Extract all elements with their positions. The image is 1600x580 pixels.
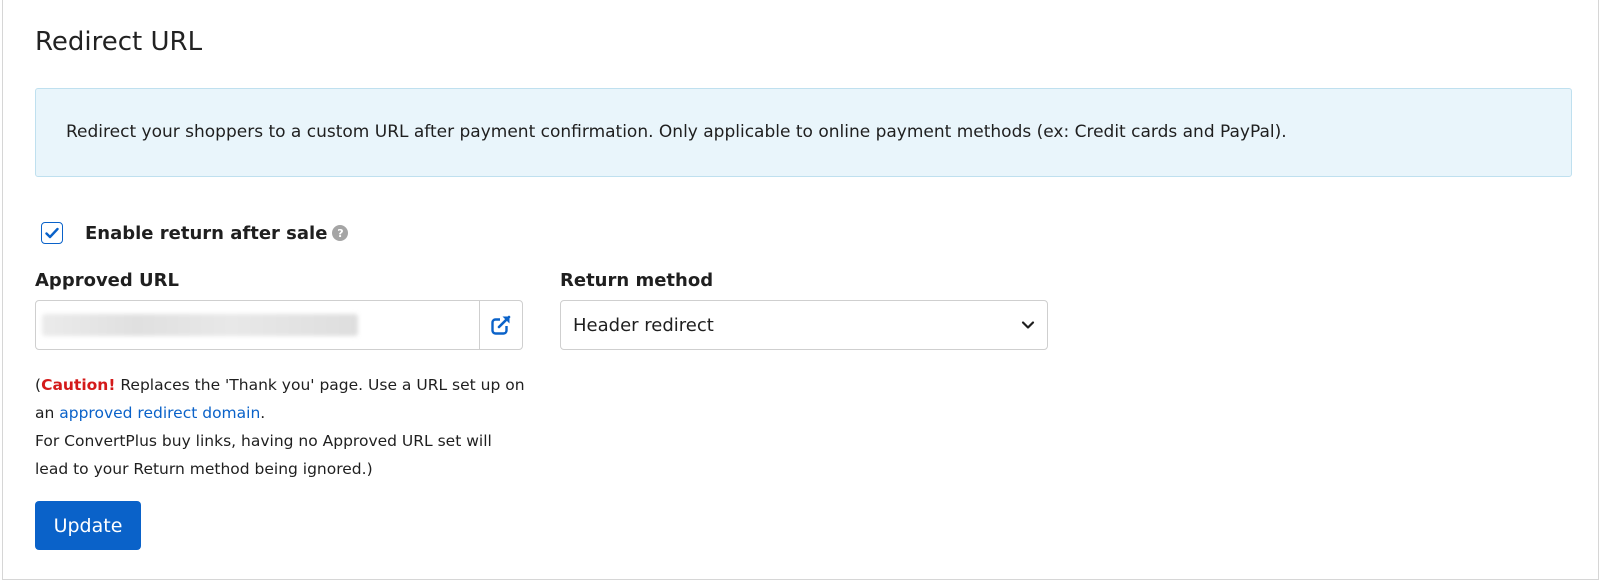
- return-method-value: Header redirect: [573, 314, 714, 336]
- redirect-url-panel: Redirect URL Redirect your shoppers to a…: [2, 0, 1599, 580]
- chevron-down-icon: [1021, 321, 1035, 329]
- info-text: Redirect your shoppers to a custom URL a…: [66, 122, 1287, 142]
- return-method-label: Return method: [560, 270, 714, 291]
- caution-text-2: .: [260, 404, 266, 422]
- caution-note: (Caution! Replaces the 'Thank you' page.…: [35, 371, 525, 483]
- external-link-icon: [491, 315, 511, 335]
- approved-url-group: [35, 300, 523, 350]
- update-button[interactable]: Update: [35, 501, 141, 550]
- info-box: Redirect your shoppers to a custom URL a…: [35, 88, 1572, 177]
- question-circle-icon[interactable]: ?: [332, 225, 349, 241]
- approved-redirect-domain-link[interactable]: approved redirect domain: [59, 404, 260, 422]
- enable-return-label: Enable return after sale: [85, 222, 328, 244]
- caution-text-3: For ConvertPlus buy links, having no App…: [35, 432, 492, 478]
- caution-warning: Caution!: [41, 376, 116, 394]
- approved-url-label: Approved URL: [35, 270, 179, 291]
- enable-return-checkbox[interactable]: [41, 222, 63, 244]
- blurred-url-value: [42, 314, 358, 336]
- open-url-button[interactable]: [479, 301, 522, 349]
- page-title: Redirect URL: [35, 27, 203, 57]
- checkmark-icon: [45, 227, 59, 239]
- return-method-select[interactable]: Header redirect: [560, 300, 1048, 350]
- approved-url-wrap: [36, 301, 479, 349]
- enable-return-row: Enable return after sale ?: [41, 220, 349, 246]
